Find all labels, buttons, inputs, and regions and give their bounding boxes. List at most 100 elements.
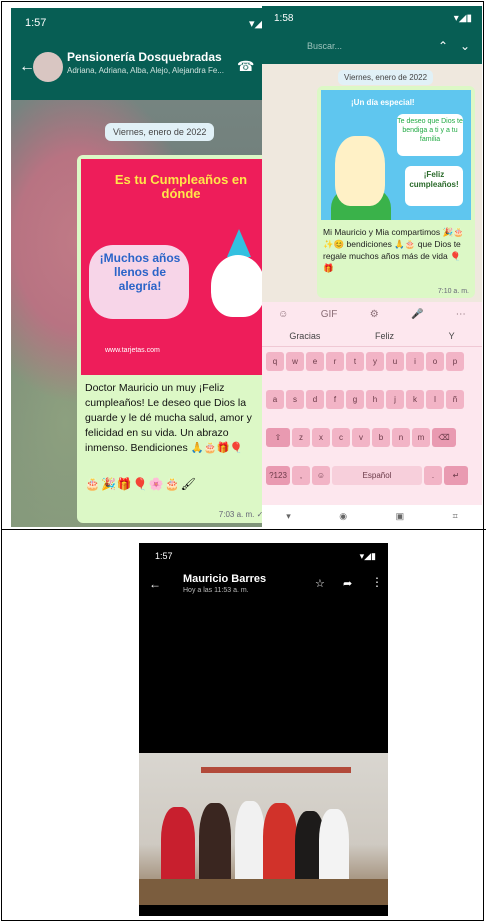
key-row-4: ?123 , ☺ Español . ↵	[266, 466, 468, 485]
message-bubble[interactable]: ¡Un día especial! Te deseo que Dios te b…	[317, 86, 475, 298]
key-space[interactable]: Español	[332, 466, 422, 485]
cartoon-character	[335, 136, 385, 206]
key-backspace[interactable]: ⌫	[432, 428, 456, 447]
search-down-icon[interactable]: ⌄	[460, 39, 470, 53]
card-box-2: ¡Feliz cumpleaños!	[405, 166, 463, 206]
nav-keyboard-switch-icon[interactable]: ⌗	[453, 511, 458, 522]
key-c[interactable]: c	[332, 428, 350, 447]
status-bar: 1:57 ▾◢▮	[139, 543, 388, 567]
message-time: 7:10 a. m.	[437, 288, 469, 295]
key-h[interactable]: h	[366, 390, 384, 409]
star-icon[interactable]: ☆	[315, 577, 325, 590]
chat-keyboard-screenshot: 1:58 ▾◢▮ Buscar... ⌃ ⌄ Viernes, enero de…	[262, 6, 482, 527]
key-i[interactable]: i	[406, 352, 424, 371]
gif-button[interactable]: GIF	[321, 309, 338, 320]
key-emoji[interactable]: ☺	[312, 466, 330, 485]
suggestion-1[interactable]: Gracias	[289, 331, 320, 341]
group-members[interactable]: Adriana, Adriana, Alba, Alejo, Alejandra…	[67, 66, 237, 75]
more-icon[interactable]: ⋯	[456, 309, 466, 320]
key-x[interactable]: x	[312, 428, 330, 447]
group-photo	[139, 753, 388, 905]
share-icon[interactable]: ➦	[343, 577, 352, 590]
status-icons: ▾◢▮	[453, 13, 472, 24]
key-comma[interactable]: ,	[292, 466, 310, 485]
card-line-1: ¡Muchos años	[99, 251, 181, 265]
suggestion-3[interactable]: Y	[449, 331, 455, 341]
nav-recents-icon[interactable]: ▣	[396, 511, 405, 522]
key-row-1: q w e r t y u i o p	[266, 352, 464, 371]
chat-header: ← Pensionería Dosquebradas Adriana, Adri…	[11, 38, 283, 100]
birthday-card-image[interactable]: Es tu Cumpleaños en dónde ¡Muchos años l…	[81, 159, 274, 375]
chat-area: Viernes, enero de 2022 ¡Un día especial!…	[262, 64, 482, 302]
key-symbols[interactable]: ?123	[266, 466, 290, 485]
key-t[interactable]: t	[346, 352, 364, 371]
key-row-2: a s d f g h j k l ñ	[266, 390, 464, 409]
keyboard-toolbar: ☺ GIF ⚙ 🎤 ⋯	[262, 302, 482, 326]
search-up-icon[interactable]: ⌃	[438, 39, 448, 53]
message-bubble[interactable]: Es tu Cumpleaños en dónde ¡Muchos años l…	[77, 155, 278, 523]
mic-icon[interactable]: 🎤	[411, 309, 423, 320]
nav-hide-keyboard-icon[interactable]: ▾	[286, 511, 291, 522]
key-p[interactable]: p	[446, 352, 464, 371]
key-r[interactable]: r	[326, 352, 344, 371]
message-text: Doctor Mauricio un muy ¡Feliz cumpleaños…	[85, 382, 252, 454]
key-o[interactable]: o	[426, 352, 444, 371]
status-bar: 1:57 ▾◢▮	[11, 8, 283, 38]
menu-icon[interactable]: ⋮	[371, 575, 383, 589]
group-chat-screenshot: 1:57 ▾◢▮ ← Pensionería Dosquebradas Adri…	[11, 8, 283, 527]
key-q[interactable]: q	[266, 352, 284, 371]
key-j[interactable]: j	[386, 390, 404, 409]
message-emojis: 🎂🎉🎁🎈🌸🎂🖌	[85, 477, 197, 491]
person-2	[199, 803, 231, 887]
key-m[interactable]: m	[412, 428, 430, 447]
key-b[interactable]: b	[372, 428, 390, 447]
group-avatar[interactable]	[33, 52, 63, 82]
key-l[interactable]: l	[426, 390, 444, 409]
key-w[interactable]: w	[286, 352, 304, 371]
status-time: 1:57	[25, 17, 47, 29]
birthday-card-image[interactable]: ¡Un día especial! Te deseo que Dios te b…	[321, 90, 471, 220]
search-input[interactable]: Buscar...	[307, 41, 342, 51]
card-line-2: llenos de	[113, 265, 166, 279]
card-line-3: alegría!	[118, 279, 162, 293]
sender-name: Mauricio Barres	[183, 573, 267, 585]
key-e[interactable]: e	[306, 352, 324, 371]
call-icon[interactable]: ☎	[237, 58, 254, 75]
group-name[interactable]: Pensionería Dosquebradas	[67, 50, 222, 64]
key-n-tilde[interactable]: ñ	[446, 390, 464, 409]
suggestion-2[interactable]: Feliz	[375, 331, 394, 341]
person-1	[161, 807, 195, 887]
key-enter[interactable]: ↵	[444, 466, 468, 485]
status-time: 1:58	[274, 13, 294, 24]
key-d[interactable]: d	[306, 390, 324, 409]
key-shift[interactable]: ⇧	[266, 428, 290, 447]
key-n[interactable]: n	[392, 428, 410, 447]
person-6	[319, 809, 349, 887]
sent-time: Hoy a las 11:53 a. m.	[183, 587, 249, 594]
key-f[interactable]: f	[326, 390, 344, 409]
key-g[interactable]: g	[346, 390, 364, 409]
key-k[interactable]: k	[406, 390, 424, 409]
keyboard: ☺ GIF ⚙ 🎤 ⋯ Gracias Feliz Y q w e r t y …	[262, 302, 482, 527]
key-a[interactable]: a	[266, 390, 284, 409]
status-bar: 1:58 ▾◢▮	[262, 6, 482, 31]
status-icons: ▾◢▮	[359, 551, 376, 561]
key-y[interactable]: y	[366, 352, 384, 371]
nav-home-icon[interactable]: ◉	[339, 511, 347, 522]
suggestion-strip: Gracias Feliz Y	[262, 326, 482, 347]
key-u[interactable]: u	[386, 352, 404, 371]
card-footer: www.tarjetas.com	[105, 347, 160, 354]
card-message: ¡Muchos años llenos de alegría!	[91, 251, 189, 293]
photo-wall-decor	[201, 767, 351, 773]
viewer-header: ← Mauricio Barres Hoy a las 11:53 a. m. …	[139, 567, 388, 601]
status-time: 1:57	[155, 551, 173, 561]
card-heading: Es tu Cumpleaños en dónde	[114, 172, 248, 201]
emoji-icon[interactable]: ☺	[278, 309, 288, 320]
settings-icon[interactable]: ⚙	[370, 309, 379, 320]
back-arrow-icon[interactable]: ←	[149, 577, 161, 591]
key-z[interactable]: z	[292, 428, 310, 447]
collage-divider	[1, 529, 486, 530]
key-s[interactable]: s	[286, 390, 304, 409]
key-v[interactable]: v	[352, 428, 370, 447]
key-period[interactable]: .	[424, 466, 442, 485]
